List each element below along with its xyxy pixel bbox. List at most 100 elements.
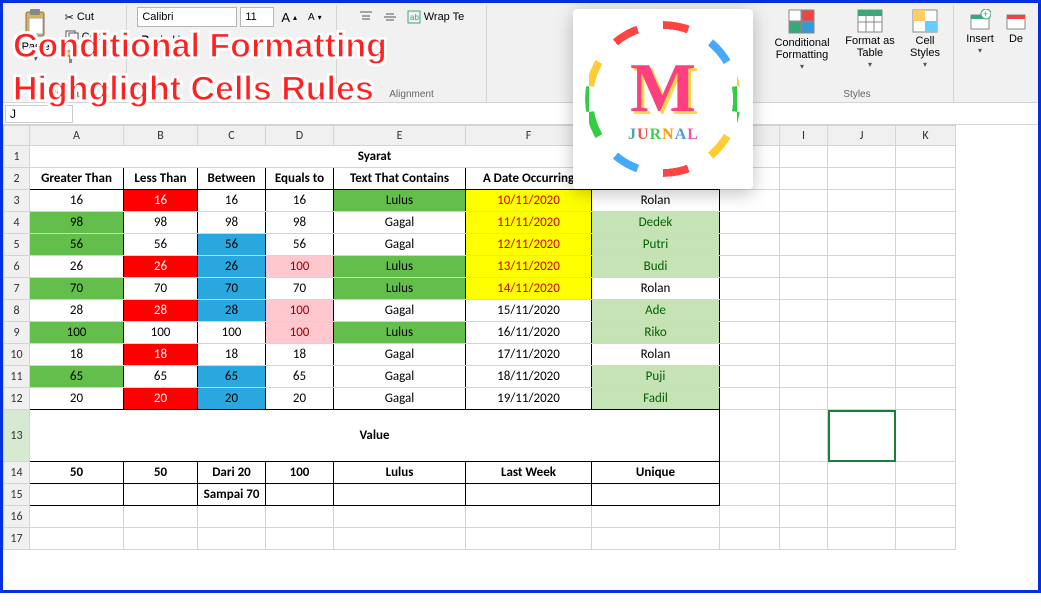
format-as-table-button[interactable]: Format as Table ▾ [841,7,899,72]
cell-B5[interactable]: 56 [124,234,198,256]
cell-E16[interactable] [334,506,466,528]
cell-F17[interactable] [466,528,592,550]
spreadsheet[interactable]: ABCDEFGHIJK1Syarat2Greater ThanLess Than… [3,125,1038,612]
cell-J6[interactable] [828,256,896,278]
cell-B16[interactable] [124,506,198,528]
cell-F16[interactable] [466,506,592,528]
cell-H12[interactable] [720,388,780,410]
row-header-6[interactable]: 6 [4,256,30,278]
cell-I10[interactable] [780,344,828,366]
cell-C15[interactable]: Sampai 70 [198,484,266,506]
cell-I1[interactable] [780,146,828,168]
paste-button[interactable]: Paste ▾ [15,7,57,66]
cell-D4[interactable]: 98 [266,212,334,234]
cell-B15[interactable] [124,484,198,506]
name-box[interactable] [5,105,73,123]
cell-H16[interactable] [720,506,780,528]
cell-G3[interactable]: Rolan [592,190,720,212]
cell-K2[interactable] [896,168,956,190]
cell-D7[interactable]: 70 [266,278,334,300]
cell-H5[interactable] [720,234,780,256]
cell-J1[interactable] [828,146,896,168]
cell-K8[interactable] [896,300,956,322]
cell-A5[interactable]: 56 [30,234,124,256]
cell-H6[interactable] [720,256,780,278]
value-title[interactable]: Value [30,410,720,462]
cell-I8[interactable] [780,300,828,322]
cell-B2[interactable]: Less Than [124,168,198,190]
font-size-input[interactable] [240,7,274,27]
cell-I13[interactable] [780,410,828,462]
cell-D9[interactable]: 100 [266,322,334,344]
col-header-A[interactable]: A [30,126,124,146]
cell-H3[interactable] [720,190,780,212]
cell-A10[interactable]: 18 [30,344,124,366]
row-header-12[interactable]: 12 [4,388,30,410]
underline-button[interactable]: U [168,30,184,50]
conditional-formatting-button[interactable]: Conditional Formatting ▾ [767,7,837,74]
cell-styles-button[interactable]: Cell Styles ▾ [903,7,947,72]
cell-E5[interactable]: Gagal [334,234,466,256]
cell-E10[interactable]: Gagal [334,344,466,366]
cell-A7[interactable]: 70 [30,278,124,300]
cell-E9[interactable]: Lulus [334,322,466,344]
cell-H13[interactable] [720,410,780,462]
cell-E3[interactable]: Lulus [334,190,466,212]
cell-I14[interactable] [780,462,828,484]
cell-D14[interactable]: 100 [266,462,334,484]
cell-I2[interactable] [780,168,828,190]
cell-C11[interactable]: 65 [198,366,266,388]
cell-E15[interactable] [334,484,466,506]
cell-G14[interactable]: Unique [592,462,720,484]
cell-G4[interactable]: Dedek [592,212,720,234]
cell-F12[interactable]: 19/11/2020 [466,388,592,410]
cell-B9[interactable]: 100 [124,322,198,344]
cell-K3[interactable] [896,190,956,212]
cell-B8[interactable]: 28 [124,300,198,322]
cell-A12[interactable]: 20 [30,388,124,410]
decrease-font-button[interactable]: A▾ [304,7,326,27]
cell-C7[interactable]: 70 [198,278,266,300]
cell-G9[interactable]: Riko [592,322,720,344]
cell-G6[interactable]: Budi [592,256,720,278]
row-header-16[interactable]: 16 [4,506,30,528]
cell-F4[interactable]: 11/11/2020 [466,212,592,234]
row-header-7[interactable]: 7 [4,278,30,300]
row-header-10[interactable]: 10 [4,344,30,366]
cell-J7[interactable] [828,278,896,300]
cell-D10[interactable]: 18 [266,344,334,366]
cell-K12[interactable] [896,388,956,410]
row-header-15[interactable]: 15 [4,484,30,506]
cell-K5[interactable] [896,234,956,256]
cell-D8[interactable]: 100 [266,300,334,322]
italic-button[interactable]: I [155,30,166,50]
cell-G16[interactable] [592,506,720,528]
cell-J14[interactable] [828,462,896,484]
cell-A11[interactable]: 65 [30,366,124,388]
row-header-17[interactable]: 17 [4,528,30,550]
cell-K7[interactable] [896,278,956,300]
cell-H14[interactable] [720,462,780,484]
row-header-8[interactable]: 8 [4,300,30,322]
row-header-13[interactable]: 13 [4,410,30,462]
bold-button[interactable]: B [137,30,153,50]
cell-F3[interactable]: 10/11/2020 [466,190,592,212]
cell-I5[interactable] [780,234,828,256]
cell-G5[interactable]: Putri [592,234,720,256]
row-header-5[interactable]: 5 [4,234,30,256]
cell-I6[interactable] [780,256,828,278]
row-header-2[interactable]: 2 [4,168,30,190]
insert-cells-button[interactable]: + Insert ▾ [960,7,1000,58]
cell-C3[interactable]: 16 [198,190,266,212]
cell-A9[interactable]: 100 [30,322,124,344]
cell-E8[interactable]: Gagal [334,300,466,322]
col-header-K[interactable]: K [896,126,956,146]
col-header-I[interactable]: I [780,126,828,146]
cell-A14[interactable]: 50 [30,462,124,484]
row-header-4[interactable]: 4 [4,212,30,234]
row-header-14[interactable]: 14 [4,462,30,484]
cell-J4[interactable] [828,212,896,234]
cell-G11[interactable]: Puji [592,366,720,388]
cell-K14[interactable] [896,462,956,484]
cell-D11[interactable]: 65 [266,366,334,388]
